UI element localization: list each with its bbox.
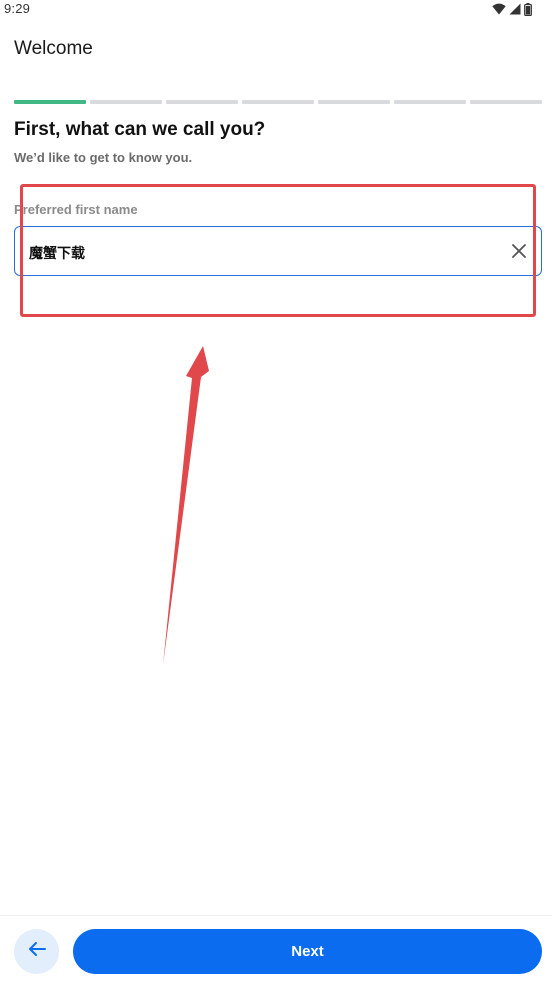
page-title: Welcome — [14, 38, 93, 59]
progress-segment — [470, 100, 542, 104]
first-name-field[interactable]: 魔蟹下载 — [14, 226, 542, 276]
status-bar: 9:29 — [0, 0, 552, 18]
first-name-value[interactable]: 魔蟹下载 — [29, 243, 85, 263]
arrow-left-icon — [27, 941, 47, 962]
battery-icon — [524, 2, 532, 16]
progress-segment — [166, 100, 238, 104]
signal-icon — [509, 3, 521, 15]
status-time: 9:29 — [4, 1, 31, 16]
next-button[interactable]: Next — [73, 929, 542, 974]
progress-steps — [14, 100, 542, 104]
progress-segment — [394, 100, 466, 104]
first-name-label: Preferred first name — [14, 202, 138, 217]
progress-segment — [90, 100, 162, 104]
form-heading: First, what can we call you? — [14, 119, 266, 140]
status-icons — [492, 2, 532, 16]
close-icon[interactable] — [509, 241, 529, 261]
back-button[interactable] — [14, 929, 59, 974]
onboarding-screen: 9:29 Welcome First, what can we call you… — [0, 0, 552, 988]
progress-segment — [242, 100, 314, 104]
progress-segment — [14, 100, 86, 104]
progress-segment — [318, 100, 390, 104]
annotation-arrow — [163, 346, 209, 665]
wifi-icon — [492, 3, 506, 15]
form-subheading: We’d like to get to know you. — [14, 150, 193, 165]
